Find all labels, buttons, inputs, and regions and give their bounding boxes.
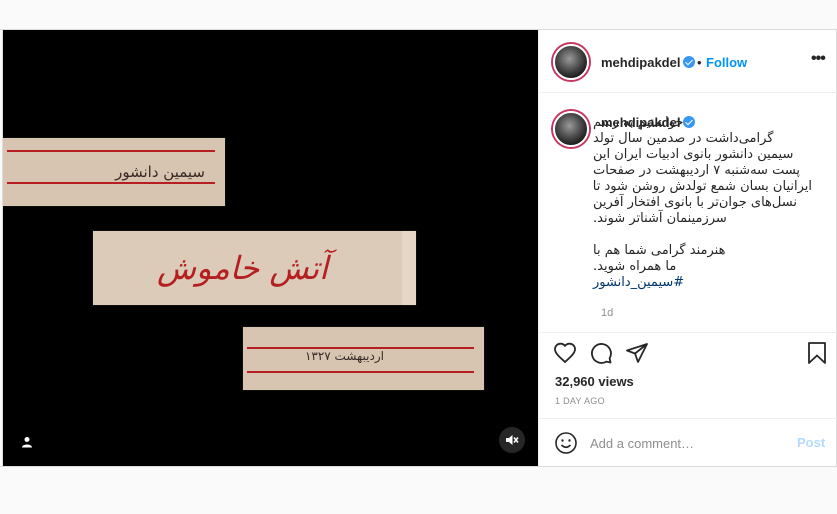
caption-line: ایرانیان بسان شمع تولدش روشن شود تا [592,179,812,194]
muted-speaker-icon[interactable] [499,427,525,453]
card-edge [402,231,416,305]
caption-line: هنرمند گرامی شما هم با [593,243,726,258]
post-card: سیمین دانشور آتش خاموش اردیبهشت ۱۳۲۷ meh… [2,29,837,467]
caption-line: سیمین دانشور بانوی ادبیات ایران این [593,147,794,162]
card-line [7,150,215,152]
comment-icon[interactable] [589,341,615,367]
caption-line: سرزمینمان آشناتر شوند. [593,211,727,226]
caption-block: خواستیم به رسم گرامی‌داشت در صدمین سال ت… [539,93,837,333]
verified-badge-icon [683,56,696,68]
card-author-text: سیمین دانشور [115,163,205,181]
comment-input[interactable] [590,434,780,452]
avatar[interactable] [553,44,589,80]
card-line [7,182,215,184]
post-comment-button[interactable]: Post [797,435,825,450]
bottom-strip [0,466,837,514]
caption-line: گرامی‌داشت در صدمین سال تولد [593,131,774,146]
title-card-book: آتش خاموش [93,231,416,305]
share-icon[interactable] [625,341,651,367]
header-username[interactable]: mehdipakdel [601,55,696,70]
caption-line: پست سه‌شنبه ۷ اردیبهشت در صفحات [593,163,801,178]
card-date-text: اردیبهشت ۱۳۲۷ [304,349,384,363]
emoji-icon[interactable] [554,431,578,455]
caption-line: ما همراه شوید. [593,259,677,274]
caption-gap [593,227,812,243]
more-options-icon[interactable]: ••• [811,50,826,68]
caption-line: نسل‌های جوان‌تر با بانوی افتخار آفرین [593,195,797,210]
hashtag-link[interactable]: #سیمین_دانشور [593,275,812,291]
top-strip [0,0,837,30]
comment-bar: Post [539,418,837,466]
username-text[interactable]: mehdipakdel [601,55,680,70]
caption-time[interactable]: 1d [601,307,613,319]
caption-username[interactable]: mehdipakdel [601,115,696,130]
post-date[interactable]: 1 DAY AGO [555,396,605,406]
caption-avatar[interactable] [553,111,589,147]
card-line [247,371,474,373]
follow-button[interactable]: Follow [706,55,747,70]
post-header: mehdipakdel • Follow ••• [539,30,837,93]
post-sidebar: mehdipakdel • Follow ••• خواستیم به رسم … [538,30,837,466]
caption-text: خواستیم به رسم گرامی‌داشت در صدمین سال ت… [593,115,812,291]
card-book-text: آتش خاموش [156,249,328,287]
username-text[interactable]: mehdipakdel [601,115,680,130]
heart-icon[interactable] [553,341,579,367]
action-bar [539,333,837,373]
page: سیمین دانشور آتش خاموش اردیبهشت ۱۳۲۷ meh… [0,0,837,514]
separator-dot: • [697,55,702,70]
verified-badge-icon [683,116,696,128]
title-card-date: اردیبهشت ۱۳۲۷ [243,327,484,390]
bookmark-icon[interactable] [805,341,831,367]
video-player[interactable]: سیمین دانشور آتش خاموش اردیبهشت ۱۳۲۷ [3,30,538,466]
title-card-author: سیمین دانشور [3,138,225,206]
view-count[interactable]: 32,960 views [555,374,634,389]
user-tag-icon[interactable] [14,429,40,455]
